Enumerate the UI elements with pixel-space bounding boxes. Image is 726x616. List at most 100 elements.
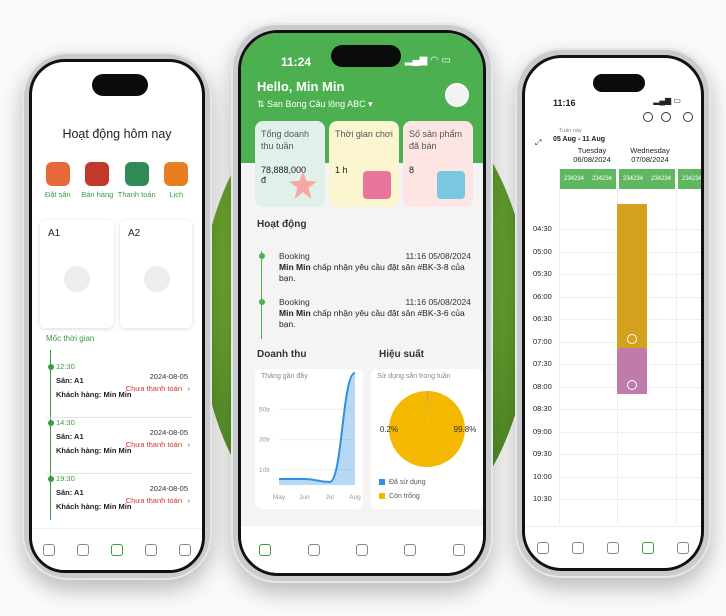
stat-label: Số sản phẩm đã bán bbox=[409, 129, 463, 151]
expand-icon[interactable]: ⤢ bbox=[535, 138, 541, 148]
slot-row-thursday[interactable]: 234234 bbox=[677, 168, 703, 190]
home-icon[interactable] bbox=[536, 541, 549, 554]
activity-item[interactable]: Booking 11:16 05/08/2024 Min Min chấp nh… bbox=[259, 297, 471, 343]
booking-block-gold[interactable] bbox=[617, 204, 647, 348]
menu-item-calendar[interactable]: Lịch bbox=[157, 162, 197, 199]
avatar[interactable] bbox=[445, 83, 469, 107]
gifts-icon bbox=[363, 171, 391, 199]
slot-row-tuesday[interactable]: 234234 234234 bbox=[559, 168, 617, 190]
calendar-icon[interactable] bbox=[404, 543, 417, 556]
entry-time: 14:30 bbox=[56, 418, 75, 427]
flower-icon[interactable] bbox=[606, 541, 619, 554]
refresh-icon[interactable] bbox=[683, 112, 693, 122]
entry-court: Sân: A1 bbox=[56, 432, 84, 441]
settings-icon[interactable] bbox=[677, 541, 690, 554]
menu-item-payment[interactable]: Thanh toán bbox=[117, 162, 157, 199]
timeline-entry[interactable]: 14:30 2024-08-05 Sân: A1 Khách hàng: Min… bbox=[46, 418, 192, 474]
entry-time: 12:30 bbox=[56, 362, 75, 371]
hour-gridline bbox=[559, 454, 701, 455]
slot-label: 234234 bbox=[591, 176, 613, 182]
calendar-icon bbox=[164, 162, 189, 186]
activity-type: Booking bbox=[279, 251, 310, 261]
x-tick-label: May bbox=[273, 494, 286, 501]
chevron-right-icon: › bbox=[187, 496, 191, 505]
calendar-icon[interactable] bbox=[642, 541, 655, 554]
activity-user: Min Min bbox=[279, 262, 311, 272]
timeline-dot bbox=[48, 364, 54, 370]
home-icon[interactable] bbox=[259, 543, 272, 556]
signal-battery-icon: ▂▄▆ ▭ bbox=[653, 96, 681, 105]
payment-status: Chưa thanh toán bbox=[125, 440, 182, 449]
timeline-title: Mốc thời gian bbox=[46, 334, 95, 343]
shuttlecock-icon bbox=[144, 266, 170, 292]
hour-gridline bbox=[559, 431, 701, 433]
venue-selector[interactable]: ⇅ San Bong Cầu lông ABC ▾ bbox=[257, 99, 373, 110]
quick-menu: Đặt sân Bán hàng Thanh toán Lịch bbox=[38, 162, 196, 199]
settings-icon[interactable] bbox=[452, 543, 465, 556]
court-card-a1[interactable]: A1 bbox=[40, 220, 114, 328]
court-booking-icon bbox=[45, 162, 70, 186]
venue-name: San Bong Cầu lông ABC bbox=[267, 99, 366, 109]
menu-item-booking[interactable]: Đặt sân bbox=[38, 162, 78, 199]
phone-center: 11:24 ▂▄▆ ◠ ▭ Hello, Min Min ⇅ San Bong … bbox=[231, 23, 493, 583]
stat-label: Tổng doanh thu tuần bbox=[261, 129, 310, 151]
signal-wifi-battery-icon: ▂▄▆ ◠ ▭ bbox=[404, 55, 451, 66]
greeting: Hello, Min Min bbox=[257, 79, 345, 94]
timeline-dot bbox=[48, 420, 54, 426]
activity-time: 11:16 05/08/2024 bbox=[405, 297, 471, 307]
book-icon[interactable] bbox=[571, 541, 584, 554]
book-icon[interactable] bbox=[77, 543, 89, 556]
court-label: A2 bbox=[128, 228, 141, 239]
timeline-dot bbox=[48, 476, 54, 482]
court-card-a2[interactable]: A2 bbox=[120, 220, 192, 328]
calendar-icon[interactable] bbox=[145, 543, 157, 556]
menu-item-sales[interactable]: Bán hàng bbox=[78, 162, 118, 199]
dynamic-island bbox=[593, 74, 645, 92]
stat-playtime[interactable]: Thời gian chơi 1 h bbox=[329, 121, 399, 207]
stat-revenue[interactable]: Tổng doanh thu tuần 78,888,000 đ bbox=[255, 121, 325, 207]
entry-court: Sân: A1 bbox=[56, 488, 84, 497]
prev-week-icon[interactable] bbox=[643, 112, 653, 122]
booking-block-mauve[interactable] bbox=[617, 348, 647, 394]
slot-label: 234234 bbox=[563, 176, 585, 182]
hour-label: 09:30 bbox=[533, 449, 552, 458]
bottom-nav bbox=[32, 528, 202, 570]
section-title-performance: Hiệu suất bbox=[379, 349, 425, 360]
timeline-entry[interactable]: 19:30 2024-08-05 Sân: A1 Khách hàng: Min… bbox=[46, 474, 192, 530]
stat-label: Thời gian chơi bbox=[335, 129, 393, 139]
legend-label: Đã sử dụng bbox=[389, 479, 426, 486]
hour-label: 10:00 bbox=[533, 471, 552, 481]
legend-swatch bbox=[379, 493, 385, 500]
entry-customer: Khách hàng: Min Min bbox=[56, 446, 132, 455]
pie-data-label: 0.2% bbox=[380, 425, 398, 434]
flower-icon[interactable] bbox=[111, 543, 123, 556]
flower-icon[interactable] bbox=[355, 543, 368, 556]
chevron-right-icon: › bbox=[187, 384, 191, 393]
slot-row-wednesday[interactable]: 234234 234234 bbox=[618, 168, 676, 190]
settings-icon[interactable] bbox=[179, 543, 191, 556]
usage-pie-chart: 0.2% 99.8% bbox=[380, 391, 476, 467]
hour-label: 07:30 bbox=[533, 359, 552, 368]
activity-user: Min Min bbox=[279, 308, 311, 318]
payment-status: Chưa thanh toán bbox=[125, 384, 182, 393]
y-tick-label: 30tr bbox=[259, 437, 271, 444]
stat-products[interactable]: Số sản phẩm đã bán 8 bbox=[403, 121, 473, 207]
book-icon[interactable] bbox=[307, 543, 320, 556]
day-header-wednesday: Wednesday 07/08/2024 bbox=[621, 146, 679, 164]
hour-label: 10:30 bbox=[533, 494, 552, 503]
payment-status: Chưa thanh toán bbox=[125, 496, 182, 505]
next-week-icon[interactable] bbox=[661, 112, 671, 122]
x-tick-label: Jul bbox=[326, 494, 335, 501]
home-icon[interactable] bbox=[43, 543, 55, 556]
bottom-nav bbox=[525, 526, 701, 568]
section-title-revenue: Doanh thu bbox=[257, 349, 307, 360]
stat-value: 8 bbox=[409, 165, 415, 175]
activity-item[interactable]: Booking 11:16 05/08/2024 Min Min chấp nh… bbox=[259, 251, 471, 297]
phone-left: Hoạt động hôm nay Đặt sân Bán hàng Thanh… bbox=[22, 52, 212, 580]
menu-label: Lịch bbox=[169, 190, 184, 199]
timeline-entry[interactable]: 12:30 2024-08-05 Sân: A1 Khách hàng: Min… bbox=[46, 362, 192, 418]
slot-label: 234234 bbox=[681, 176, 703, 182]
legend-label: Còn trống bbox=[389, 493, 420, 500]
week-label: Tuần này bbox=[559, 128, 582, 134]
menu-label: Đặt sân bbox=[44, 190, 71, 199]
